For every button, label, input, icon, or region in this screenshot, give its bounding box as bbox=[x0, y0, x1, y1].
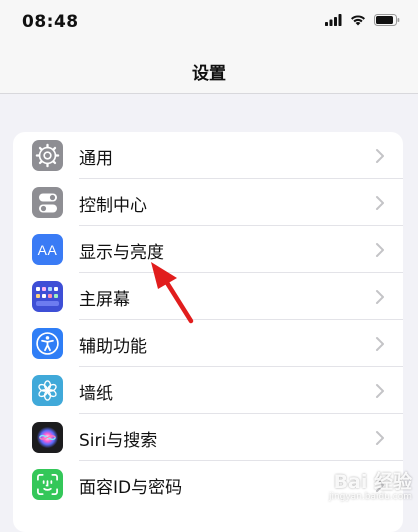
text-size-icon: AA bbox=[32, 234, 63, 265]
status-icons bbox=[325, 14, 400, 26]
signal-icon bbox=[325, 14, 342, 26]
chevron-right-icon bbox=[376, 243, 384, 257]
settings-item-general[interactable]: 通用 bbox=[13, 132, 403, 179]
status-time: 08:48 bbox=[22, 12, 79, 32]
settings-item-siri-search[interactable]: Siri与搜索 bbox=[13, 414, 403, 461]
flower-icon bbox=[32, 375, 63, 406]
page-title: 设置 bbox=[192, 64, 226, 84]
status-bar: 08:48 bbox=[0, 0, 418, 46]
battery-icon bbox=[374, 14, 400, 26]
toggle-switches-icon bbox=[32, 187, 63, 218]
siri-icon bbox=[32, 422, 63, 453]
settings-item-label: Siri与搜索 bbox=[79, 431, 158, 451]
settings-item-label: 控制中心 bbox=[79, 196, 147, 216]
watermark: Bai 经验 jingyan.baidu.com bbox=[329, 472, 412, 502]
settings-item-label: 主屏幕 bbox=[79, 290, 130, 310]
settings-item-label: 显示与亮度 bbox=[79, 243, 164, 263]
chevron-right-icon bbox=[376, 290, 384, 304]
settings-item-accessibility[interactable]: 辅助功能 bbox=[13, 320, 403, 367]
watermark-logo: Bai 经验 bbox=[333, 471, 412, 493]
settings-item-label: 墙纸 bbox=[79, 384, 113, 404]
home-screen-grid-icon bbox=[32, 281, 63, 312]
wifi-icon bbox=[351, 15, 365, 26]
settings-item-wallpaper[interactable]: 墙纸 bbox=[13, 367, 403, 414]
chevron-right-icon bbox=[376, 431, 384, 445]
settings-item-label: 辅助功能 bbox=[79, 337, 147, 357]
gear-icon bbox=[32, 140, 63, 171]
chevron-right-icon bbox=[376, 384, 384, 398]
settings-item-control-center[interactable]: 控制中心 bbox=[13, 179, 403, 226]
chevron-right-icon bbox=[376, 196, 384, 210]
chevron-right-icon bbox=[376, 337, 384, 351]
settings-item-home-screen[interactable]: 主屏幕 bbox=[13, 273, 403, 320]
navigation-bar: 设置 bbox=[0, 46, 418, 94]
face-id-icon bbox=[32, 469, 63, 500]
settings-item-label: 面容ID与密码 bbox=[79, 478, 183, 498]
text-size-icon-glyph: AA bbox=[37, 241, 58, 258]
settings-item-display-brightness[interactable]: AA 显示与亮度 bbox=[13, 226, 403, 273]
watermark-url: jingyan.baidu.com bbox=[328, 492, 412, 502]
accessibility-icon bbox=[32, 328, 63, 359]
settings-item-label: 通用 bbox=[79, 149, 113, 169]
chevron-right-icon bbox=[376, 149, 384, 163]
